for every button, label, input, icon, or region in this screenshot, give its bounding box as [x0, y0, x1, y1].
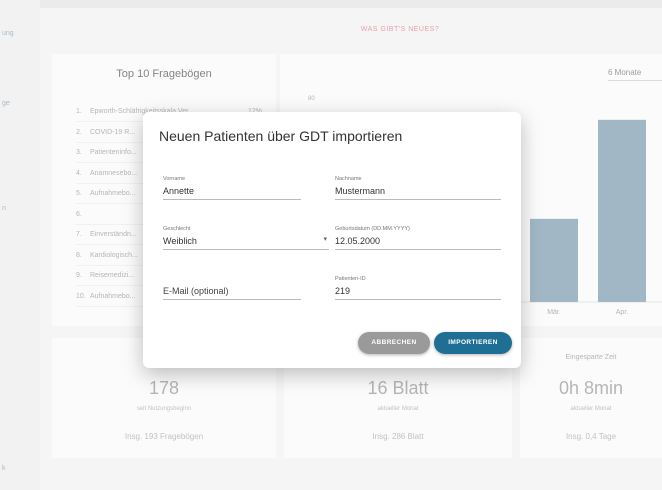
firstname-label: Vorname [163, 176, 186, 182]
patient-id-field[interactable]: Patienten-ID 219 [335, 276, 501, 300]
gender-value: Weiblich [163, 236, 197, 246]
email-field[interactable]: E-Mail (optional) [163, 276, 301, 300]
patient-id-label: Patienten-ID [335, 276, 366, 282]
email-input[interactable]: E-Mail (optional) [163, 284, 301, 300]
lastname-label: Nachname [335, 176, 362, 182]
cancel-button[interactable]: ABBRECHEN [358, 332, 430, 354]
firstname-field[interactable]: Vorname Annette [163, 176, 301, 200]
birthdate-input[interactable]: 12.05.2000 [335, 234, 501, 250]
gender-input[interactable]: Weiblich ▾ [163, 234, 329, 250]
lastname-field[interactable]: Nachname Mustermann [335, 176, 501, 200]
email-label [163, 276, 301, 284]
dialog-title: Neuen Patienten über GDT importieren [159, 128, 403, 144]
import-button[interactable]: IMPORTIEREN [434, 332, 512, 354]
gender-label: Geschlecht [163, 226, 191, 232]
chevron-down-icon[interactable]: ▾ [323, 235, 327, 243]
firstname-input[interactable]: Annette [163, 184, 301, 200]
birthdate-field[interactable]: Geburtsdatum (DD.MM.YYYY) 12.05.2000 [335, 226, 501, 250]
gdt-import-dialog: Neuen Patienten über GDT importieren Vor… [143, 112, 521, 368]
lastname-input[interactable]: Mustermann [335, 184, 501, 200]
birthdate-label: Geburtsdatum (DD.MM.YYYY) [335, 226, 410, 232]
gender-select[interactable]: Geschlecht Weiblich ▾ [163, 226, 329, 250]
patient-id-input[interactable]: 219 [335, 284, 501, 300]
